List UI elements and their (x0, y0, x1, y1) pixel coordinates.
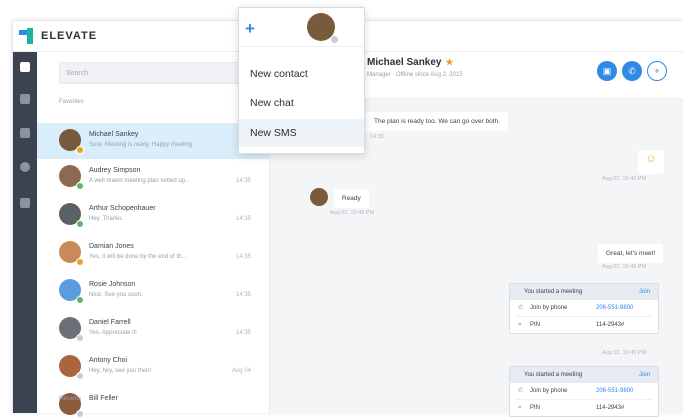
contact-row[interactable]: Daniel Farrell Yes. Appreciate it! 14:35 (37, 311, 269, 347)
message-bubble: The plan is ready too. We can go over bo… (366, 112, 508, 131)
meeting-card-header: You started a meeting Join (510, 284, 658, 300)
message-time: 14:35 (235, 292, 251, 298)
pin-label: PIN (530, 405, 541, 411)
presence-dot (76, 182, 84, 190)
message-snippet: Hey. Thanks (89, 216, 123, 222)
menu-header: + (239, 8, 364, 47)
message-time: Aug 02, 10:45 PM (330, 210, 375, 216)
sticker-icon: ☺ (645, 153, 657, 165)
message-snippet: Nice. See you soon. (89, 292, 143, 298)
contact-name: Bill Feller (89, 395, 118, 402)
chat-contact-name-text: Michael Sankey (367, 57, 442, 68)
message-time: Aug 02, 10:45 PM (602, 264, 647, 270)
message-bubble: Ready (334, 189, 369, 208)
chat-nav-icon[interactable] (20, 62, 30, 72)
sticker-bubble: ☺ (638, 150, 664, 174)
pin-value: 114-2943# (596, 322, 625, 328)
add-person-button[interactable]: + (647, 61, 667, 81)
message-bubble: Great, let's meet! (598, 244, 664, 263)
phone-icon: ✆ (518, 388, 524, 394)
contact-row[interactable]: Antony Choi Hey, hey, see you then! Aug 04 (37, 349, 269, 385)
contact-name: Daniel Farrell (89, 319, 131, 326)
message-snippet: Yes. Appreciate it! (89, 330, 137, 336)
message-time: 14:35 (370, 134, 384, 140)
presence-dot (76, 372, 84, 380)
meeting-card: You started a meeting Join ✆ Join by pho… (509, 366, 659, 417)
new-sms-item[interactable]: New SMS (239, 119, 364, 147)
contact-name: Arthur Schopenhauer (89, 205, 156, 212)
pin-icon: ⌗ (518, 322, 522, 328)
calls-nav-icon[interactable] (20, 94, 30, 104)
phone-icon: ✆ (518, 305, 524, 311)
presence-dot (76, 220, 84, 228)
presence-dot (76, 296, 84, 304)
contact-name: Damian Jones (89, 243, 134, 250)
conversation-list: Search Favorites Michael Sankey Sure. Mee… (37, 52, 270, 418)
message-time: 14:35 (235, 178, 251, 184)
message-time: 14:35 (235, 330, 251, 336)
join-meeting-link[interactable]: Join (639, 367, 650, 383)
new-contact-item[interactable]: New contact (239, 60, 364, 88)
phone-number-link[interactable]: 206-551-9800 (596, 300, 633, 316)
contact-row[interactable]: Arthur Schopenhauer Hey. Thanks 14:35 (37, 197, 269, 233)
new-item-menu: + New contact New chat New SMS (238, 7, 365, 154)
pin-label: PIN (530, 322, 541, 328)
sticker-time: Aug 02, 10:40 PM (602, 176, 647, 182)
presence-dot (76, 258, 84, 266)
contact-row[interactable]: Audrey Simpson A well drawn meeting plan … (37, 159, 269, 195)
contact-name: Rosie Johnson (89, 281, 136, 288)
video-call-button[interactable]: ▣ (597, 61, 617, 81)
favorite-star-icon[interactable]: ★ (445, 57, 453, 67)
nav-rail (13, 52, 37, 413)
contact-row[interactable]: Michael Sankey Sure. Meeting is ready. Ha… (37, 123, 269, 159)
meeting-phone-row: ✆ Join by phone 206-551-9800 (516, 383, 652, 400)
join-meeting-link[interactable]: Join (639, 284, 650, 300)
contact-name: Antony Choi (89, 357, 128, 364)
contact-name: Michael Sankey (89, 131, 139, 138)
message-time: 14:35 (235, 216, 251, 222)
pin-value: 114-2943# (596, 405, 625, 411)
call-button[interactable]: ✆ (622, 61, 642, 81)
meeting-pin-row: ⌗ PIN 114-2943# (516, 317, 652, 333)
elevate-logo-icon (19, 28, 33, 44)
menu-nav-icon[interactable] (20, 198, 30, 208)
presence-dot (76, 146, 84, 154)
contact-avatar (310, 188, 328, 206)
meeting-card-header: You started a meeting Join (510, 367, 658, 383)
meeting-phone-row: ✆ Join by phone 206-551-9800 (516, 300, 652, 317)
pin-icon: ⌗ (518, 405, 522, 411)
presence-dot (76, 410, 84, 418)
recents-header[interactable]: Recents (59, 396, 81, 402)
phone-label: Join by phone (530, 305, 568, 311)
contact-name: Audrey Simpson (89, 167, 141, 174)
message-snippet: Sure. Meeting is ready. Happy meeting. (89, 142, 194, 148)
meeting-title: You started a meeting (524, 372, 583, 378)
message-time: Aug 04 (231, 368, 251, 374)
contacts-nav-icon[interactable] (20, 128, 30, 138)
meeting-title: You started a meeting (524, 289, 583, 295)
settings-nav-icon[interactable] (20, 162, 30, 172)
chat-contact-status: Manager · Offline since Aug 2, 2015 (367, 72, 463, 78)
brand-name: ELEVATE (41, 30, 98, 42)
presence-dot (330, 35, 339, 44)
plus-icon[interactable]: + (245, 20, 255, 37)
presence-dot (76, 334, 84, 342)
message-time: Aug 02, 10:45 PM (602, 350, 647, 356)
favorites-header[interactable]: Favorites (59, 99, 84, 105)
message-snippet: A well drawn meeting plan vetted up... (89, 178, 191, 184)
contact-row[interactable]: Damian Jones Yes, it will be done by the … (37, 235, 269, 271)
new-chat-item[interactable]: New chat (239, 89, 364, 117)
message-time: 14:35 (235, 254, 251, 260)
message-snippet: Yes, it will be done by the end of th... (89, 254, 187, 260)
search-input[interactable]: Search (59, 62, 247, 84)
meeting-card: You started a meeting Join ✆ Join by pho… (509, 283, 659, 334)
chat-contact-name: Michael Sankey ★ (367, 57, 454, 68)
phone-number-link[interactable]: 206-551-9800 (596, 383, 633, 399)
phone-label: Join by phone (530, 388, 568, 394)
meeting-pin-row: ⌗ PIN 114-2943# (516, 400, 652, 416)
contact-row[interactable]: Rosie Johnson Nice. See you soon. 14:35 (37, 273, 269, 309)
message-snippet: Hey, hey, see you then! (89, 368, 152, 374)
